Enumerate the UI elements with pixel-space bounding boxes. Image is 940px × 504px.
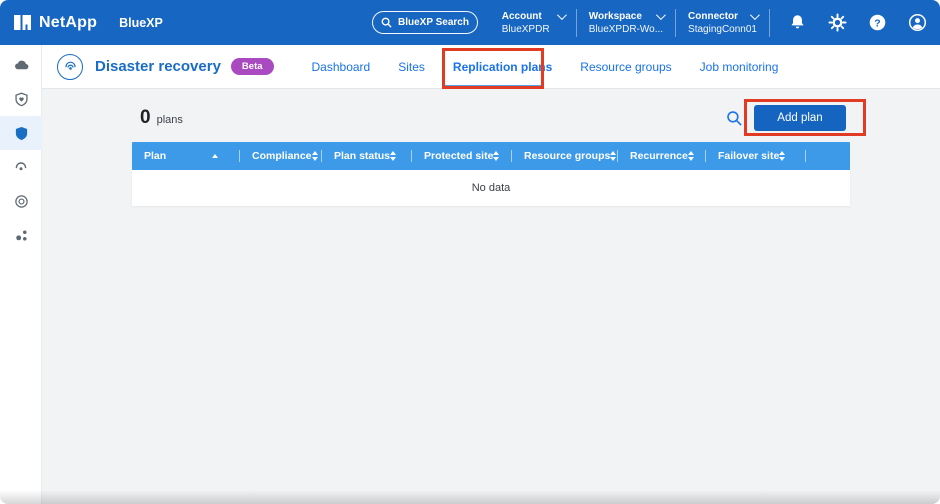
help-button[interactable]: ? xyxy=(862,8,892,38)
mobility-nodes-icon xyxy=(14,228,29,243)
netapp-brand[interactable]: NetApp BlueXP xyxy=(14,0,163,45)
topbar-menu-label: Workspace xyxy=(588,10,642,22)
tab-replication-plans[interactable]: Replication plans xyxy=(441,45,552,89)
notifications-bell-button[interactable] xyxy=(782,8,812,38)
column-label: Compliance xyxy=(252,150,312,162)
topbar-menu-connector[interactable]: Connector StagingConn01 xyxy=(676,9,769,35)
beta-badge: Beta xyxy=(230,58,274,75)
storage-cloud-icon xyxy=(13,57,30,74)
observability-icon xyxy=(14,194,29,209)
topbar-menu-account[interactable]: Account BlueXPDR xyxy=(490,9,576,35)
netapp-logo-icon xyxy=(14,14,31,31)
topbar-menu-value: BlueXPDR xyxy=(501,23,550,35)
brand-name: NetApp xyxy=(39,13,98,31)
column-header-plan[interactable]: Plan xyxy=(132,142,240,170)
column-label: Plan xyxy=(144,150,167,162)
chevron-down-icon xyxy=(656,9,666,20)
svg-text:?: ? xyxy=(874,18,880,29)
column-header-resource-groups[interactable]: Resource groups xyxy=(512,142,618,170)
sort-icon[interactable] xyxy=(493,151,500,161)
tabs: Dashboard Sites Replication plans Resource … xyxy=(312,45,779,89)
protection-shield-icon xyxy=(14,126,29,141)
plan-count: 0 plans xyxy=(140,107,183,129)
sidebar-item-observability[interactable] xyxy=(0,184,42,218)
restore-icon xyxy=(13,159,29,175)
table-empty-row: No data xyxy=(132,170,850,206)
column-header-actions xyxy=(806,142,850,170)
column-label: Resource groups xyxy=(524,150,611,162)
column-header-plan-status[interactable]: Plan status xyxy=(322,142,412,170)
column-header-recurrence[interactable]: Recurrence xyxy=(618,142,706,170)
content-area: Disaster recovery Beta Dashboard Sites Rep… xyxy=(42,45,940,504)
tab-resource-groups[interactable]: Resource groups xyxy=(580,45,671,88)
sidebar-item-health-shield[interactable] xyxy=(0,82,42,116)
health-shield-icon xyxy=(14,92,29,107)
plan-count-number: 0 xyxy=(140,107,151,128)
topbar-menu-workspace[interactable]: Workspace BlueXPDR-Wo... xyxy=(577,9,675,35)
tab-job-monitoring[interactable]: Job monitoring xyxy=(700,45,779,88)
user-profile-button[interactable] xyxy=(902,8,932,38)
settings-gear-button[interactable] xyxy=(822,8,852,38)
column-label: Protected site xyxy=(424,150,494,162)
search-label: BlueXP Search xyxy=(398,17,469,28)
user-profile-icon xyxy=(908,13,927,32)
topbar-icon-buttons: ? xyxy=(782,8,932,38)
sidebar-item-restore[interactable] xyxy=(0,150,42,184)
notifications-bell-icon xyxy=(788,13,807,32)
bluexp-search-button[interactable]: BlueXP Search xyxy=(372,11,478,34)
column-label: Failover site xyxy=(718,150,780,162)
chevron-down-icon xyxy=(749,9,760,20)
add-plan-button[interactable]: Add plan xyxy=(754,105,846,131)
sidebar-item-mobility-nodes[interactable] xyxy=(0,218,42,252)
sort-icon[interactable] xyxy=(610,151,617,161)
sort-icon[interactable] xyxy=(390,151,397,161)
tab-sites[interactable]: Sites xyxy=(398,45,425,88)
disaster-recovery-icon xyxy=(57,53,83,80)
search-icon xyxy=(726,110,743,127)
sort-icon[interactable] xyxy=(779,151,786,161)
search-icon xyxy=(381,17,392,28)
topbar: NetApp BlueXP BlueXP Search Account Blue… xyxy=(0,0,940,45)
topbar-divider xyxy=(769,8,770,37)
active-tab-underline xyxy=(443,85,542,88)
column-label: Recurrence xyxy=(630,150,688,162)
table-header-row: Plan Compliance Plan status Protected site R… xyxy=(132,142,850,170)
column-label: Plan status xyxy=(334,150,391,162)
table-search-button[interactable] xyxy=(724,108,744,128)
topbar-menu-value: StagingConn01 xyxy=(688,23,757,35)
chevron-down-icon xyxy=(556,9,567,20)
column-header-failover-site[interactable]: Failover site xyxy=(706,142,806,170)
column-header-compliance[interactable]: Compliance xyxy=(240,142,322,170)
page-title: Disaster recovery xyxy=(95,58,221,75)
topbar-menu-label: Account xyxy=(501,10,542,22)
sidebar-item-storage-cloud[interactable] xyxy=(0,48,42,82)
bluexp-app-window: NetApp BlueXP BlueXP Search Account Blue… xyxy=(0,0,940,504)
plan-count-label: plans xyxy=(156,114,183,126)
table-toolbar: 0 plans Add plan xyxy=(132,95,866,137)
help-icon: ? xyxy=(868,13,887,32)
sort-icon[interactable] xyxy=(311,151,318,161)
tab-annotation-box xyxy=(441,48,544,89)
column-header-protected-site[interactable]: Protected site xyxy=(412,142,512,170)
sidebar-nav xyxy=(0,48,42,252)
sidebar xyxy=(0,45,42,504)
settings-gear-icon xyxy=(827,13,847,32)
topbar-menu-value: BlueXPDR-Wo... xyxy=(588,23,664,35)
topbar-menu-label: Connector xyxy=(688,10,739,22)
sort-asc-icon[interactable] xyxy=(212,154,218,158)
sidebar-item-protection-shield[interactable] xyxy=(0,116,42,150)
sort-icon[interactable] xyxy=(687,151,694,161)
product-name: BlueXP xyxy=(119,15,163,30)
page-header: Disaster recovery Beta Dashboard Sites Rep… xyxy=(42,45,940,89)
plans-table: Plan Compliance Plan status Protected site R… xyxy=(132,142,850,206)
topbar-right: Account BlueXPDR Workspace BlueXPDR-Wo..… xyxy=(490,0,932,45)
tab-dashboard[interactable]: Dashboard xyxy=(312,45,371,88)
